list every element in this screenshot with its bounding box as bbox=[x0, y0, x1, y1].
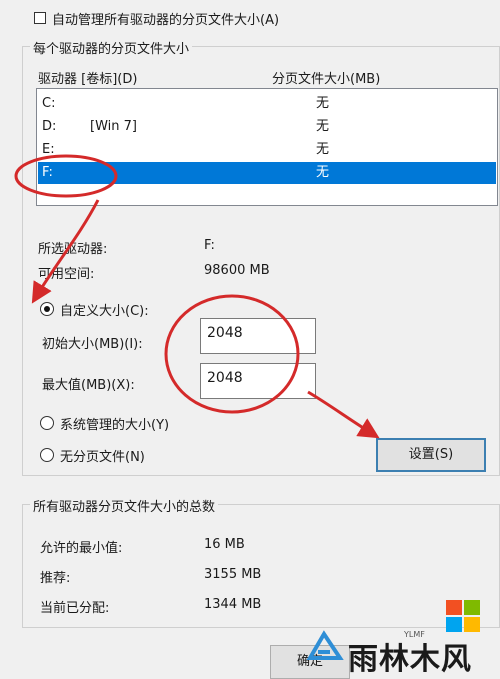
drive-letter: E: bbox=[42, 142, 55, 157]
drive-volume-label: [Win 7] bbox=[90, 119, 137, 134]
drive-size: 无 bbox=[316, 142, 330, 157]
totals-group-title: 所有驱动器分页文件大小的总数 bbox=[30, 496, 219, 515]
free-space-value: 98600 MB bbox=[204, 263, 270, 278]
drive-row-e[interactable]: E: 无 bbox=[38, 139, 496, 161]
drive-size: 无 bbox=[316, 165, 330, 180]
auto-manage-checkbox[interactable] bbox=[34, 12, 46, 24]
drive-row-c[interactable]: C: 无 bbox=[38, 93, 496, 115]
watermark-text: 雨林木风 bbox=[348, 642, 472, 677]
drive-size: 无 bbox=[316, 96, 330, 111]
currently-allocated-value: 1344 MB bbox=[204, 597, 262, 612]
drive-column-header: 驱动器 [卷标](D) bbox=[38, 72, 138, 87]
initial-size-input[interactable]: 2048 bbox=[200, 318, 316, 354]
min-allowed-label: 允许的最小值: bbox=[40, 541, 123, 556]
drive-letter: C: bbox=[42, 96, 56, 111]
watermark-logo: 雨林木风 YLMF bbox=[300, 594, 500, 677]
custom-size-label[interactable]: 自定义大小(C): bbox=[60, 300, 149, 319]
no-paging-file-radio[interactable] bbox=[40, 448, 54, 462]
currently-allocated-label: 当前已分配: bbox=[40, 601, 110, 616]
drive-listbox[interactable]: C: 无 D: [Win 7] 无 E: 无 F: 无 bbox=[36, 88, 498, 206]
recommended-label: 推荐: bbox=[40, 571, 71, 586]
drive-size: 无 bbox=[316, 119, 330, 134]
max-size-input[interactable]: 2048 bbox=[200, 363, 316, 399]
drive-row-d[interactable]: D: [Win 7] 无 bbox=[38, 116, 496, 138]
max-size-label: 最大值(MB)(X): bbox=[42, 378, 135, 393]
selected-drive-value: F: bbox=[204, 238, 215, 253]
min-allowed-value: 16 MB bbox=[204, 537, 245, 552]
system-managed-label[interactable]: 系统管理的大小(Y) bbox=[60, 414, 169, 433]
system-managed-radio[interactable] bbox=[40, 416, 54, 430]
ylmf-mark-icon bbox=[306, 630, 344, 660]
free-space-label: 可用空间: bbox=[38, 267, 95, 282]
per-drive-group-title: 每个驱动器的分页文件大小 bbox=[30, 38, 193, 57]
watermark-subtext: YLMF bbox=[404, 630, 425, 639]
drive-letter: D: bbox=[42, 119, 57, 134]
drive-letter: F: bbox=[42, 165, 53, 180]
size-column-header: 分页文件大小(MB) bbox=[272, 72, 381, 87]
selected-drive-label: 所选驱动器: bbox=[38, 242, 108, 257]
auto-manage-label[interactable]: 自动管理所有驱动器的分页文件大小(A) bbox=[52, 9, 279, 28]
custom-size-radio[interactable] bbox=[40, 302, 54, 316]
initial-size-label: 初始大小(MB)(I): bbox=[42, 337, 143, 352]
recommended-value: 3155 MB bbox=[204, 567, 262, 582]
windows-logo-icon bbox=[446, 600, 480, 632]
set-button[interactable]: 设置(S) bbox=[376, 438, 486, 472]
no-paging-file-label[interactable]: 无分页文件(N) bbox=[60, 446, 145, 465]
drive-row-f[interactable]: F: 无 bbox=[38, 162, 496, 184]
